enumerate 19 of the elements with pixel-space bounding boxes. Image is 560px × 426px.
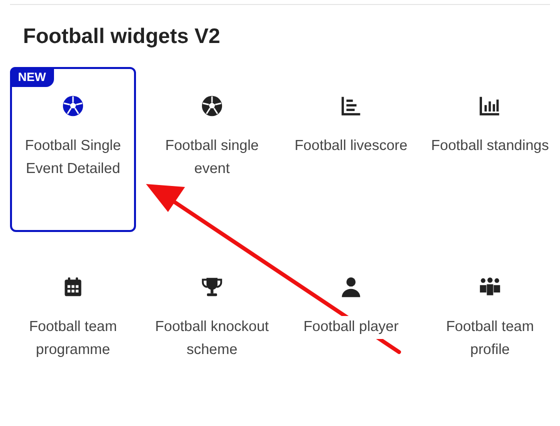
widget-card[interactable]: Football knockout scheme: [149, 248, 275, 413]
group-icon: [479, 276, 501, 298]
widget-card[interactable]: Football livescore: [288, 67, 414, 232]
widget-card[interactable]: Football player: [288, 248, 414, 413]
list-chart-icon: [340, 95, 362, 117]
widget-label: Football player: [303, 316, 399, 339]
new-badge: NEW: [10, 67, 54, 87]
bar-chart-icon: [479, 95, 501, 117]
widget-card[interactable]: NEW Football Single Event Detailed: [10, 67, 136, 232]
widget-card[interactable]: Football team profile: [427, 248, 553, 413]
soccer-ball-icon: [62, 95, 84, 117]
widget-card[interactable]: Football team programme: [10, 248, 136, 413]
soccer-ball-icon: [201, 95, 223, 117]
person-icon: [340, 276, 362, 298]
calendar-icon: [62, 276, 84, 298]
widget-card[interactable]: Football single event: [149, 67, 275, 232]
section-title: Football widgets V2: [23, 25, 222, 49]
trophy-icon: [201, 276, 223, 298]
widget-card[interactable]: Football standings: [427, 67, 553, 232]
